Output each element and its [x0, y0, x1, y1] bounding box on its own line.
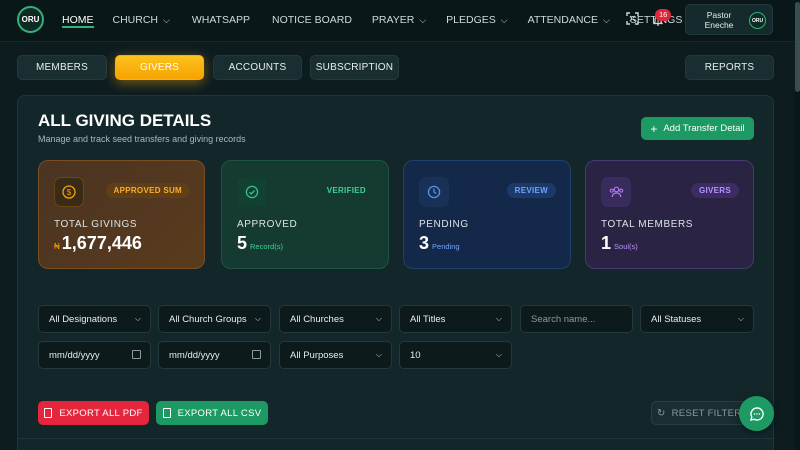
- file-pdf-icon: [44, 408, 53, 418]
- tab-accounts-label: ACCOUNTS: [228, 62, 287, 73]
- page-size-select[interactable]: 10 ⌵: [399, 341, 512, 369]
- chevron-down-icon: ⌵: [254, 314, 261, 323]
- export-pdf-button[interactable]: EXPORT ALL PDF: [38, 401, 149, 425]
- chevron-down-icon: ⌵: [375, 314, 382, 323]
- tab-accounts[interactable]: ACCOUNTS: [213, 55, 302, 80]
- nav-whatsapp[interactable]: WHATSAPP: [192, 0, 250, 40]
- stat-label: PENDING: [419, 219, 469, 230]
- calendar-icon: [252, 350, 261, 359]
- chat-icon: [749, 406, 764, 421]
- add-transfer-detail-button[interactable]: + Add Transfer Detail: [641, 117, 754, 140]
- chat-button[interactable]: [739, 396, 774, 431]
- stat-label: APPROVED: [237, 219, 298, 230]
- status-select[interactable]: All Statuses ⌵: [640, 305, 754, 333]
- stat-value: 5 Record(s): [237, 233, 283, 253]
- chevron-down-icon: ⌵: [375, 350, 382, 359]
- nav-whatsapp-label: WHATSAPP: [191, 14, 250, 26]
- giving-details-panel: [17, 95, 774, 450]
- nav-home[interactable]: HOME: [62, 0, 94, 40]
- nav-church-label: CHURCH: [112, 14, 159, 26]
- nav-pledges[interactable]: PLEDGES ⌵: [446, 0, 507, 40]
- reset-filters-label: RESET FILTERS: [671, 407, 749, 419]
- export-csv-label: EXPORT ALL CSV: [177, 407, 262, 419]
- scrollbar-thumb[interactable]: [795, 2, 800, 92]
- nav-attendance-label: ATTENDANCE: [527, 14, 598, 26]
- chevron-down-icon: ⌵: [737, 314, 744, 323]
- stat-value: ₦ 1,677,446: [54, 233, 142, 253]
- nav-pledges-label: PLEDGES: [446, 14, 496, 26]
- chevron-down-icon: ⌵: [163, 14, 170, 25]
- nav-church[interactable]: CHURCH ⌵: [113, 0, 170, 40]
- avatar: ORU: [749, 12, 766, 29]
- divider: [18, 438, 773, 439]
- plus-icon: +: [650, 121, 658, 136]
- church-select[interactable]: All Churches ⌵: [279, 305, 392, 333]
- purpose-select[interactable]: All Purposes ⌵: [279, 341, 392, 369]
- tab-givers[interactable]: GIVERS: [115, 55, 204, 80]
- search-input[interactable]: Search name...: [520, 305, 633, 333]
- stat-unit: Soul(s): [614, 242, 638, 251]
- status-badge: REVIEW: [506, 183, 556, 198]
- stat-card-approved: VERIFIED APPROVED 5 Record(s): [221, 160, 389, 269]
- top-navbar: ORU HOME CHURCH ⌵ WHATSAPP NOTICE BOARD …: [0, 0, 800, 42]
- nav-prayer-label: PRAYER: [371, 14, 415, 26]
- nav-notice-board[interactable]: NOTICE BOARD: [272, 0, 352, 40]
- add-transfer-detail-label: Add Transfer Detail: [663, 123, 745, 134]
- tab-reports-label: REPORTS: [704, 62, 755, 73]
- status-badge: VERIFIED: [326, 186, 366, 195]
- profile-name: Pastor Eneche: [704, 10, 734, 30]
- chevron-down-icon: ⌵: [419, 14, 427, 25]
- nav-notice-board-label: NOTICE BOARD: [271, 14, 352, 26]
- page-subtitle: Manage and track seed transfers and givi…: [38, 134, 246, 144]
- svg-text:$: $: [67, 188, 72, 197]
- users-icon: [601, 177, 631, 207]
- stat-card-total-givings: $ APPROVED SUM TOTAL GIVINGS ₦ 1,677,446: [38, 160, 205, 269]
- stat-value: 1 Soul(s): [601, 233, 638, 253]
- stat-label: TOTAL GIVINGS: [54, 219, 138, 230]
- main-nav: HOME CHURCH ⌵ WHATSAPP NOTICE BOARD PRAY…: [62, 0, 682, 40]
- profile-menu[interactable]: Pastor Eneche ORU: [685, 4, 773, 35]
- tab-subscription-label: SUBSCRIPTION: [315, 62, 394, 73]
- status-badge: APPROVED SUM: [105, 183, 190, 198]
- export-csv-button[interactable]: EXPORT ALL CSV: [156, 401, 268, 425]
- stat-card-total-members: GIVERS TOTAL MEMBERS 1 Soul(s): [585, 160, 754, 269]
- tab-members[interactable]: MEMBERS: [17, 55, 107, 80]
- date-to-input[interactable]: mm/dd/yyyy: [158, 341, 271, 369]
- clock-icon: [419, 177, 449, 207]
- title-select[interactable]: All Titles ⌵: [399, 305, 512, 333]
- status-badge: GIVERS: [690, 183, 739, 198]
- designation-select[interactable]: All Designations ⌵: [38, 305, 151, 333]
- stat-value: 3 Pending: [419, 233, 460, 253]
- nav-home-label: HOME: [62, 14, 94, 26]
- fullscreen-icon[interactable]: [626, 12, 639, 28]
- currency-symbol: ₦: [54, 242, 60, 251]
- nav-prayer[interactable]: PRAYER ⌵: [372, 0, 426, 40]
- page-title: ALL GIVING DETAILS: [38, 111, 212, 130]
- chevron-down-icon: ⌵: [134, 314, 141, 323]
- chevron-down-icon: ⌵: [495, 314, 502, 323]
- tab-givers-label: GIVERS: [140, 62, 179, 73]
- export-pdf-label: EXPORT ALL PDF: [59, 407, 143, 419]
- chevron-down-icon: ⌵: [500, 14, 508, 25]
- tab-members-label: MEMBERS: [36, 62, 88, 73]
- stat-unit: Pending: [432, 242, 460, 251]
- date-from-input[interactable]: mm/dd/yyyy: [38, 341, 151, 369]
- chevron-down-icon: ⌵: [603, 14, 610, 25]
- app-logo[interactable]: ORU: [17, 6, 44, 33]
- chevron-down-icon: ⌵: [495, 350, 502, 359]
- nav-attendance[interactable]: ATTENDANCE ⌵: [528, 0, 610, 40]
- tab-reports[interactable]: REPORTS: [685, 55, 774, 80]
- stat-unit: Record(s): [250, 242, 283, 251]
- file-csv-icon: [162, 408, 171, 418]
- dollar-coin-icon: $: [54, 177, 84, 207]
- church-group-select[interactable]: All Church Groups ⌵: [158, 305, 271, 333]
- notification-badge: 16: [655, 9, 672, 21]
- calendar-icon: [132, 350, 141, 359]
- refresh-icon: ↻: [656, 407, 666, 419]
- stat-card-pending: REVIEW PENDING 3 Pending: [403, 160, 571, 269]
- stat-label: TOTAL MEMBERS: [601, 219, 694, 230]
- check-circle-icon: [237, 177, 267, 207]
- page-scrollbar[interactable]: [795, 0, 800, 450]
- tab-subscription[interactable]: SUBSCRIPTION: [310, 55, 399, 80]
